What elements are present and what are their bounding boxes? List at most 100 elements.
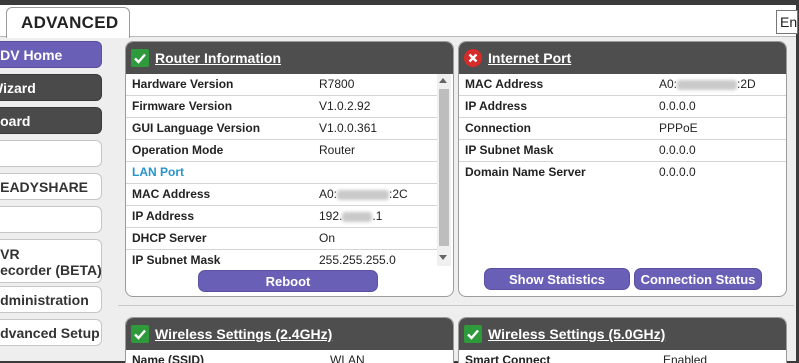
internet-port-rows: MAC Address A0::2D IP Address 0.0.0.0 Conn… (459, 74, 786, 184)
sidebar-item-label: Wizard (0, 80, 36, 96)
router-information-panel: Router Information Hardware Version R7800… (125, 41, 454, 297)
router-info-rows: Hardware Version R7800 Firmware Version V1… (126, 74, 437, 272)
table-row: Smart Connect Enabled (459, 350, 786, 363)
sidebar-item-label-line1: DVR (0, 246, 20, 262)
check-icon (464, 325, 482, 343)
row-value: V1.0.0.361 (319, 121, 378, 135)
wireless-24ghz-panel: Wireless Settings (2.4GHz) Name (SSID) WL… (125, 317, 454, 363)
sidebar-item-label: Administration (0, 292, 89, 308)
sidebar-item-label: Advanced Setup (0, 325, 100, 341)
sidebar-item-board[interactable]: Board (0, 107, 102, 134)
table-row: IP Subnet Mask 255.255.255.0 (126, 250, 437, 272)
scroll-up-arrow-icon[interactable] (439, 78, 447, 83)
row-value: V1.0.2.92 (319, 99, 371, 113)
internet-port-header: Internet Port (459, 42, 786, 74)
sidebar-item-blank-2[interactable] (0, 206, 102, 233)
reboot-button[interactable]: Reboot (198, 270, 378, 292)
row-label: Domain Name Server (465, 165, 586, 179)
row-label: Connection (465, 121, 531, 135)
error-x-icon (464, 49, 482, 67)
router-information-title[interactable]: Router Information (155, 50, 281, 66)
internet-port-title[interactable]: Internet Port (488, 50, 571, 66)
scrollbar-thumb[interactable] (439, 89, 449, 246)
sidebar-item-label: READYSHARE (0, 179, 89, 195)
row-label: IP Address (465, 99, 528, 113)
internet-port-panel: Internet Port MAC Address A0: :2D IP Addre… (458, 41, 787, 297)
row-value: Router (319, 143, 356, 157)
value-prefix: 192. (319, 209, 343, 223)
row-value: 255.255.255.0 (319, 253, 396, 267)
row-label: Smart Connect (465, 353, 551, 363)
row-value: On (319, 231, 336, 245)
sidebar-item-administration[interactable]: Administration (0, 286, 102, 313)
table-row: MAC Address A0: :2D (459, 74, 786, 96)
sidebar-item-adv-home[interactable]: ADV Home (0, 41, 102, 68)
sidebar-item-label-line2: Recorder (BETA) (0, 262, 102, 278)
check-icon (131, 49, 149, 67)
row-label: Name (SSID) (132, 353, 205, 363)
row-label: MAC Address (465, 77, 544, 91)
row-label: IP Address (132, 209, 195, 223)
row-value: A0: :2D (659, 74, 756, 95)
row-value: WLAN (330, 353, 365, 363)
wireless-5ghz-title[interactable]: Wireless Settings (5.0GHz) (488, 326, 665, 342)
row-label: Hardware Version (132, 77, 234, 91)
redacted-mask (677, 79, 738, 90)
row-label: DHCP Server (132, 231, 207, 245)
wireless-24ghz-header: Wireless Settings (2.4GHz) (126, 318, 453, 350)
sidebar-item-advanced-setup[interactable]: Advanced Setup (0, 319, 102, 346)
check-icon (131, 325, 149, 343)
table-row: IP Address 192. .1 (126, 206, 437, 228)
value-suffix: :2D (737, 77, 756, 91)
wireless-24ghz-title[interactable]: Wireless Settings (2.4GHz) (155, 326, 332, 342)
row-value: Enabled (663, 353, 708, 363)
table-row: IP Address 0.0.0.0 (459, 96, 786, 118)
tab-advanced[interactable]: ADVANCED (6, 7, 130, 38)
language-select[interactable]: En (776, 10, 798, 34)
row-label: Operation Mode (132, 143, 224, 157)
wireless-5ghz-header: Wireless Settings (5.0GHz) (459, 318, 786, 350)
wireless-5ghz-panel: Wireless Settings (5.0GHz) Smart Connect… (458, 317, 787, 363)
row-value: 192. .1 (319, 206, 382, 227)
table-row: DHCP Server On (126, 228, 437, 250)
row-label: IP Subnet Mask (132, 253, 221, 267)
row-label: Firmware Version (132, 99, 233, 113)
value-suffix: .1 (372, 209, 383, 223)
table-row: GUI Language Version V1.0.0.361 (126, 118, 437, 140)
row-label: GUI Language Version (132, 121, 261, 135)
table-row: Firmware Version V1.0.2.92 (126, 96, 437, 118)
table-row: MAC Address A0: :2C (126, 184, 437, 206)
table-row: IP Subnet Mask 0.0.0.0 (459, 140, 786, 162)
row-label: MAC Address (132, 187, 211, 201)
sidebar-item-label: ADV Home (0, 47, 63, 63)
table-row: Connection PPPoE (459, 118, 786, 140)
section-divider (118, 305, 794, 306)
section-label: LAN Port (132, 165, 184, 179)
table-row: Operation Mode Router (126, 140, 437, 162)
value-prefix: A0: (659, 77, 678, 91)
sidebar-item-wizard[interactable]: Wizard (0, 74, 102, 101)
redacted-mask (342, 211, 373, 222)
row-value: PPPoE (659, 121, 698, 135)
row-value: 0.0.0.0 (659, 165, 696, 179)
show-statistics-button[interactable]: Show Statistics (484, 268, 630, 290)
row-value: 0.0.0.0 (659, 99, 696, 113)
connection-status-button[interactable]: Connection Status (634, 268, 762, 290)
router-information-header: Router Information (126, 42, 453, 74)
row-label: IP Subnet Mask (465, 143, 554, 157)
scroll-down-arrow-icon[interactable] (439, 255, 447, 260)
value-prefix: A0: (319, 187, 338, 201)
table-row: Name (SSID) WLAN (126, 350, 453, 363)
sidebar-item-dvr-recorder[interactable]: DVR Recorder (BETA) (0, 239, 102, 283)
row-value: R7800 (319, 77, 355, 91)
sidebar-item-blank-1[interactable] (0, 140, 102, 167)
row-value: 0.0.0.0 (659, 143, 696, 157)
redacted-mask (337, 189, 390, 200)
section-row-lan-port: LAN Port (126, 162, 437, 184)
table-row: Hardware Version R7800 (126, 74, 437, 96)
top-tab-strip: ADVANCED En (0, 5, 798, 38)
table-row: Domain Name Server 0.0.0.0 (459, 162, 786, 184)
value-suffix: :2C (389, 187, 408, 201)
sidebar-item-readyshare[interactable]: READYSHARE (0, 173, 102, 200)
router-info-scrollbar[interactable] (437, 74, 451, 266)
